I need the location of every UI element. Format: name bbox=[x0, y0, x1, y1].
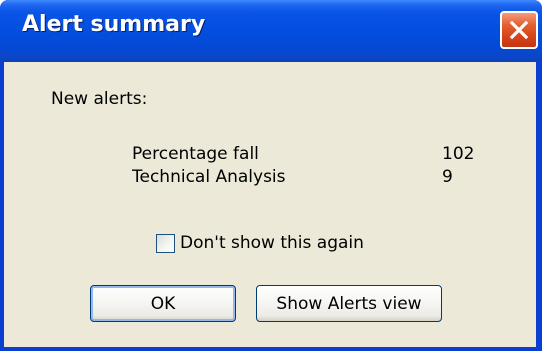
alert-count: 102 bbox=[442, 144, 475, 164]
close-button[interactable] bbox=[500, 11, 538, 49]
close-icon bbox=[509, 20, 529, 40]
window-title: Alert summary bbox=[22, 12, 206, 37]
checkbox-box[interactable] bbox=[156, 233, 175, 253]
dont-show-again-checkbox[interactable]: Don't show this again bbox=[156, 230, 364, 256]
alert-type-label: Technical Analysis bbox=[132, 167, 286, 187]
alert-summary-dialog: Alert summary New alerts: Percentage fal… bbox=[0, 0, 542, 351]
checkbox-label[interactable]: Don't show this again bbox=[180, 233, 364, 253]
new-alerts-heading: New alerts: bbox=[51, 89, 148, 109]
show-alerts-view-button[interactable]: Show Alerts view bbox=[256, 285, 442, 322]
dialog-body: New alerts: Percentage fall 102 Technica… bbox=[4, 62, 536, 347]
alert-type-label: Percentage fall bbox=[132, 144, 259, 164]
alert-count: 9 bbox=[442, 167, 453, 187]
ok-button[interactable]: OK bbox=[90, 285, 236, 322]
title-bar[interactable]: Alert summary bbox=[0, 0, 542, 62]
